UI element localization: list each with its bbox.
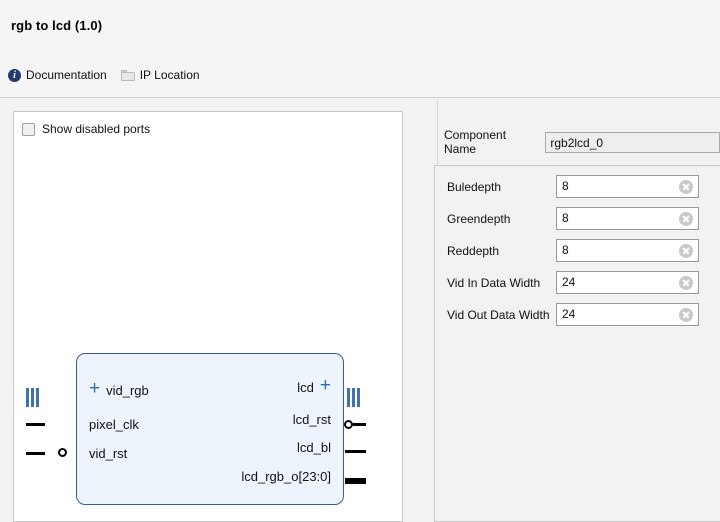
- port-lcd-rst: lcd_rst: [293, 408, 331, 430]
- properties-panel: Component Name rgb2lcd_0 Buledepth 8 Gre…: [434, 99, 720, 522]
- param-label-greendepth: Greendepth: [447, 211, 511, 226]
- vid-rst-inversion-circle: [58, 448, 67, 457]
- port-lcd-rst-label: lcd_rst: [292, 411, 331, 427]
- component-name-row: Component Name rgb2lcd_0: [444, 128, 720, 156]
- header-divider: [0, 97, 720, 98]
- ip-location-link[interactable]: IP Location: [120, 68, 200, 82]
- param-input-greendepth[interactable]: 8: [556, 207, 699, 230]
- param-row-reddepth: Reddepth 8: [447, 239, 699, 262]
- component-name-input[interactable]: rgb2lcd_0: [545, 131, 720, 153]
- port-lcd-rgb-o: lcd_rgb_o[23:0]: [241, 465, 331, 487]
- expand-plus-icon[interactable]: +: [320, 376, 331, 395]
- param-label-vid-out-data-width: Vid Out Data Width: [447, 307, 550, 322]
- param-input-reddepth[interactable]: 8: [556, 239, 699, 262]
- clear-icon[interactable]: [679, 308, 693, 322]
- param-value-buledepth: 8: [562, 179, 569, 193]
- param-label-vid-in-data-width: Vid In Data Width: [447, 275, 541, 290]
- show-disabled-ports-checkbox[interactable]: Show disabled ports: [22, 122, 150, 136]
- lcd-rgb-o-bus-stub: [345, 478, 366, 484]
- info-icon: i: [8, 68, 21, 82]
- port-lcd[interactable]: + lcd: [297, 376, 331, 398]
- clear-icon[interactable]: [679, 180, 693, 194]
- dialog-header: rgb to lcd (1.0) i Documentation IP Loca…: [0, 0, 720, 98]
- port-vid-rgb-label: vid_rgb: [106, 382, 149, 398]
- lcd-rst-inversion-circle: [344, 420, 353, 429]
- lcd-bl-stub: [345, 450, 366, 453]
- param-value-vid-out-data-width: 24: [562, 307, 576, 321]
- documentation-link-label: Documentation: [26, 68, 107, 82]
- folder-icon: [120, 69, 135, 81]
- param-value-greendepth: 8: [562, 211, 569, 225]
- param-input-vid-in-data-width[interactable]: 24: [556, 271, 699, 294]
- pixel-clk-stub: [26, 423, 45, 426]
- param-label-buledepth: Buledepth: [447, 179, 502, 194]
- lcd-bus-marker: [347, 388, 360, 407]
- show-disabled-ports-label: Show disabled ports: [42, 122, 151, 136]
- port-lcd-bl: lcd_bl: [297, 436, 331, 458]
- lcd-rst-stub: [353, 423, 366, 426]
- clear-icon[interactable]: [679, 212, 693, 226]
- checkbox-box[interactable]: [22, 122, 35, 136]
- port-pixel-clk-label: pixel_clk: [89, 416, 139, 432]
- parameters-box: Buledepth 8 Greendepth 8 Reddepth 8 Vid …: [434, 165, 720, 522]
- param-input-vid-out-data-width[interactable]: 24: [556, 303, 699, 326]
- expand-plus-icon[interactable]: +: [89, 379, 100, 398]
- param-label-reddepth: Reddepth: [447, 243, 500, 258]
- page-title: rgb to lcd (1.0): [11, 18, 103, 33]
- param-value-vid-in-data-width: 24: [562, 275, 576, 289]
- documentation-link[interactable]: i Documentation: [8, 68, 107, 82]
- header-link-bar: i Documentation IP Location: [8, 68, 200, 82]
- port-vid-rst-label: vid_rst: [89, 445, 128, 461]
- port-vid-rst: vid_rst: [89, 442, 127, 464]
- port-pixel-clk: pixel_clk: [89, 413, 139, 435]
- param-input-buledepth[interactable]: 8: [556, 175, 699, 198]
- param-value-reddepth: 8: [562, 243, 569, 257]
- port-vid-rgb[interactable]: + vid_rgb: [89, 379, 149, 401]
- port-lcd-rgb-o-label: lcd_rgb_o[23:0]: [241, 468, 331, 484]
- ip-location-link-label: IP Location: [139, 68, 200, 82]
- component-name-label: Component Name: [444, 128, 507, 156]
- param-row-vid-out-data-width: Vid Out Data Width 24: [447, 303, 699, 326]
- param-row-buledepth: Buledepth 8: [447, 175, 699, 198]
- clear-icon[interactable]: [679, 244, 693, 258]
- clear-icon[interactable]: [679, 276, 693, 290]
- port-lcd-label: lcd: [297, 379, 314, 395]
- port-lcd-bl-label: lcd_bl: [297, 439, 331, 455]
- vid-rgb-bus-marker: [26, 388, 39, 407]
- param-row-vid-in-data-width: Vid In Data Width 24: [447, 271, 699, 294]
- ip-symbol-panel: Show disabled ports + vid_rgb pixel_clk: [13, 111, 403, 522]
- param-row-greendepth: Greendepth 8: [447, 207, 699, 230]
- ip-block-symbol[interactable]: + vid_rgb pixel_clk vid_rst + lcd lcd_rs…: [76, 353, 344, 505]
- dialog-body: Show disabled ports + vid_rgb pixel_clk: [0, 99, 720, 522]
- vid-rst-stub: [26, 452, 45, 455]
